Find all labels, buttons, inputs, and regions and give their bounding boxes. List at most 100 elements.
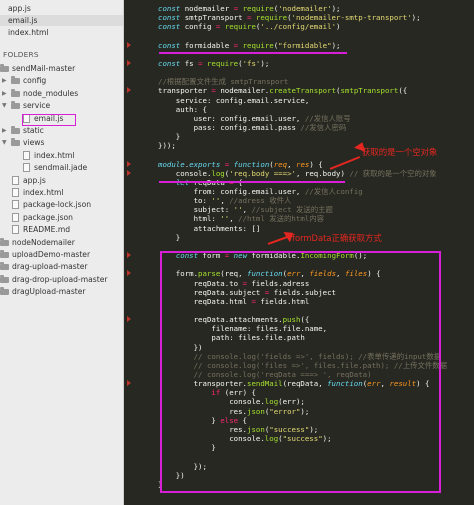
code-token: require: [206, 58, 239, 68]
open-file-label: index.html: [8, 28, 49, 37]
code-token: // 获取的是一个空的对象: [349, 168, 437, 178]
folder-icon: [11, 126, 21, 135]
folder-icon-shape: [11, 126, 20, 134]
file-icon-shape: [12, 188, 19, 197]
code-token: ({: [398, 86, 408, 96]
folder-icon-shape: [11, 138, 20, 147]
folder-icon: [0, 237, 10, 247]
tree-folder-item[interactable]: ▶ node_modules: [2, 88, 79, 99]
file-icon-shape: [12, 200, 19, 210]
tree-folder-item[interactable]: ▼ service: [2, 100, 51, 111]
tree-folder-item[interactable]: ▶ static: [2, 125, 44, 136]
folder-icon-shape: [0, 250, 9, 258]
file-icon: [22, 150, 32, 160]
tree-file-item[interactable]: package.json: [12, 212, 73, 223]
tree-item-label: service: [23, 101, 51, 111]
underline-formidable: [159, 52, 347, 54]
tree-folder-item[interactable]: ▶nodeNodemailer: [0, 237, 75, 248]
folder-icon-shape: [0, 287, 9, 296]
chevron-right-icon[interactable]: ▶: [2, 125, 7, 136]
tree-file-item[interactable]: app.js: [12, 175, 46, 186]
file-icon: [11, 200, 21, 210]
tree-item-label: nodeNodemailer: [12, 237, 75, 247]
chevron-right-icon[interactable]: ▶: [2, 88, 7, 99]
folder-icon: [0, 250, 10, 259]
tree-item-label: config: [23, 76, 47, 86]
code-token: //发信人密码: [300, 122, 347, 132]
folder-icon-shape: [11, 76, 20, 85]
tree-item-label: node_modules: [23, 88, 79, 98]
folder-icon-shape: [0, 64, 9, 72]
file-icon-shape: [12, 212, 19, 222]
tree-file-item[interactable]: README.md: [12, 224, 71, 235]
code-line: }: [158, 232, 180, 243]
gutter-change-marker: [127, 316, 131, 323]
code-line: }));: [158, 140, 176, 151]
annotation-formdata: formData正确获取方式: [292, 233, 382, 243]
tree-folder-item[interactable]: ▶ config: [2, 75, 47, 86]
open-file-item[interactable]: index.html: [8, 27, 49, 38]
tree-file-item[interactable]: index.html: [23, 150, 75, 161]
gutter-change-marker: [127, 160, 131, 167]
tree-item-label: README.md: [23, 225, 71, 235]
code-token: const: [158, 40, 185, 50]
chevron-down-icon[interactable]: ▼: [2, 137, 7, 148]
tree-item-label: app.js: [23, 175, 46, 185]
folders-heading: FOLDERS: [3, 50, 39, 59]
code-token: require: [224, 22, 256, 32]
code-token: );: [260, 58, 270, 68]
open-file-item[interactable]: app.js: [8, 3, 31, 14]
folder-icon-shape: [11, 101, 20, 110]
tree-folder-item[interactable]: ▶uploadDemo-master: [0, 249, 91, 260]
code-token: //发信人config: [304, 187, 363, 196]
tree-item-label: index.html: [23, 188, 64, 197]
highlight-box-email: [22, 114, 76, 126]
file-icon: [22, 163, 32, 173]
tree-folder-item[interactable]: ▶drag-upload-master: [0, 261, 88, 272]
editor-window: app.js email.js index.html FOLDERS ▼send…: [0, 0, 474, 505]
tree-item-label: package.json: [23, 212, 73, 222]
sidebar: app.js email.js index.html FOLDERS ▼send…: [0, 0, 124, 505]
gutter-change-marker: [127, 380, 131, 387]
code-token: "formidable": [278, 40, 332, 50]
file-icon-shape: [23, 150, 30, 160]
code-token: const: [158, 58, 185, 68]
tree-folder-item[interactable]: ▶dragUpload-master: [0, 286, 86, 297]
folder-icon-shape: [0, 237, 9, 246]
tree-file-item[interactable]: index.html: [12, 187, 64, 198]
code-token: =: [215, 22, 225, 32]
code-token: const: [158, 22, 185, 32]
underline-console-log: [159, 181, 345, 183]
folder-icon: [11, 101, 21, 110]
file-icon: [11, 212, 21, 222]
folder-icon-shape: [0, 274, 9, 283]
code-token: ): [336, 22, 341, 32]
code-token: }));: [158, 141, 176, 151]
file-icon: [11, 175, 21, 185]
tree-folder-item[interactable]: ▼ views: [2, 137, 44, 148]
tree-item-label: package-lock.json: [23, 200, 92, 210]
tree-item-label: uploadDemo-master: [12, 250, 91, 259]
open-file-item-active[interactable]: email.js: [0, 15, 123, 26]
folder-icon: [11, 88, 21, 98]
tree-item-label: sendMail-master: [12, 64, 76, 73]
tree-folder-item[interactable]: ▼sendMail-master: [0, 63, 76, 74]
chevron-down-icon[interactable]: ▼: [2, 100, 7, 111]
tree-item-label: static: [23, 126, 44, 135]
code-token: smtpTransport: [340, 86, 399, 96]
tree-folder-item[interactable]: ▶drag-drop-upload-master: [0, 274, 108, 285]
folder-icon: [11, 138, 21, 147]
code-token: =: [233, 40, 243, 50]
code-token: }: [158, 232, 181, 242]
code-token: config: [184, 22, 216, 32]
chevron-right-icon[interactable]: ▶: [2, 75, 7, 86]
tree-file-item[interactable]: sendmail.jade: [23, 162, 87, 173]
code-token: , req.body): [295, 168, 350, 178]
folder-icon: [0, 262, 10, 271]
file-icon: [11, 188, 21, 197]
code-token: require: [242, 40, 274, 50]
file-icon: [11, 225, 21, 235]
code-token: fs: [184, 58, 199, 68]
tree-file-item[interactable]: package-lock.json: [12, 199, 92, 210]
tree-item-label: index.html: [34, 150, 75, 160]
